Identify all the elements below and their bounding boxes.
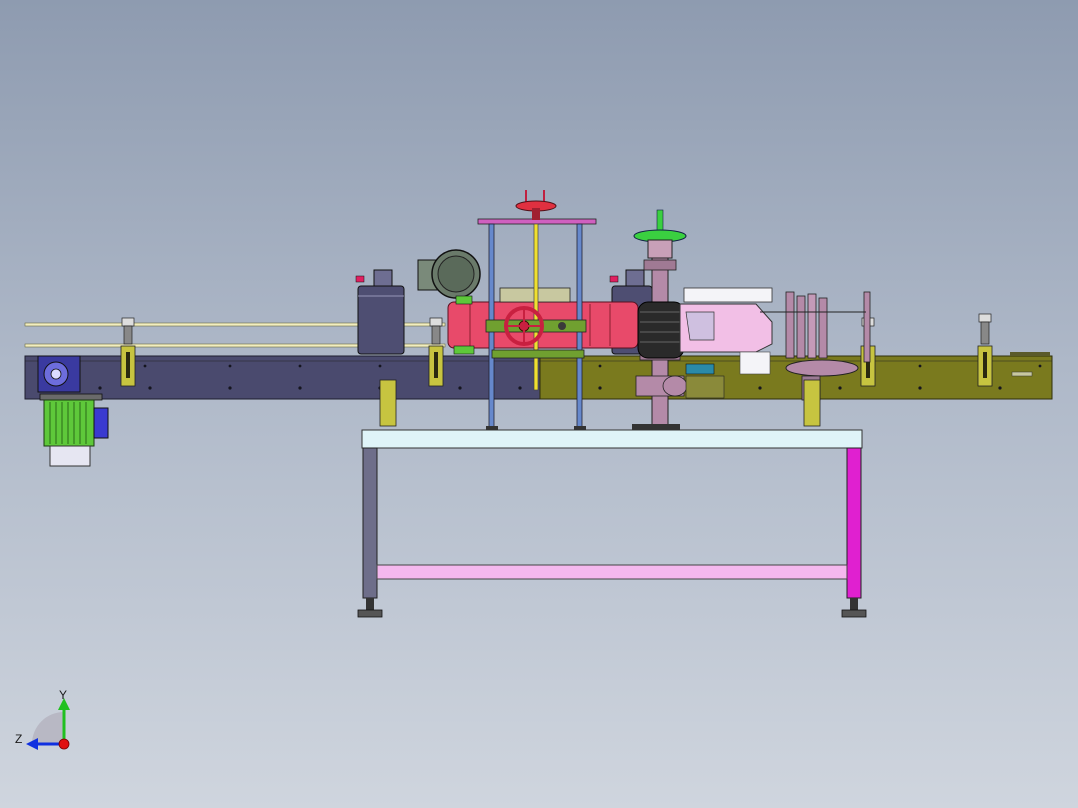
bottle-left [355,269,405,355]
triad-y-label: Y [59,688,68,702]
top-handwheel-icon [515,190,557,220]
triad-z-label: Z [15,732,23,746]
orientation-triad-icon [26,698,70,750]
labeling-machine-model[interactable] [0,0,1078,808]
cad-viewport[interactable]: Y Z [0,0,1078,808]
conveyor-beam [24,352,1053,400]
table-stand [357,379,867,618]
hopper-motor [417,249,481,305]
